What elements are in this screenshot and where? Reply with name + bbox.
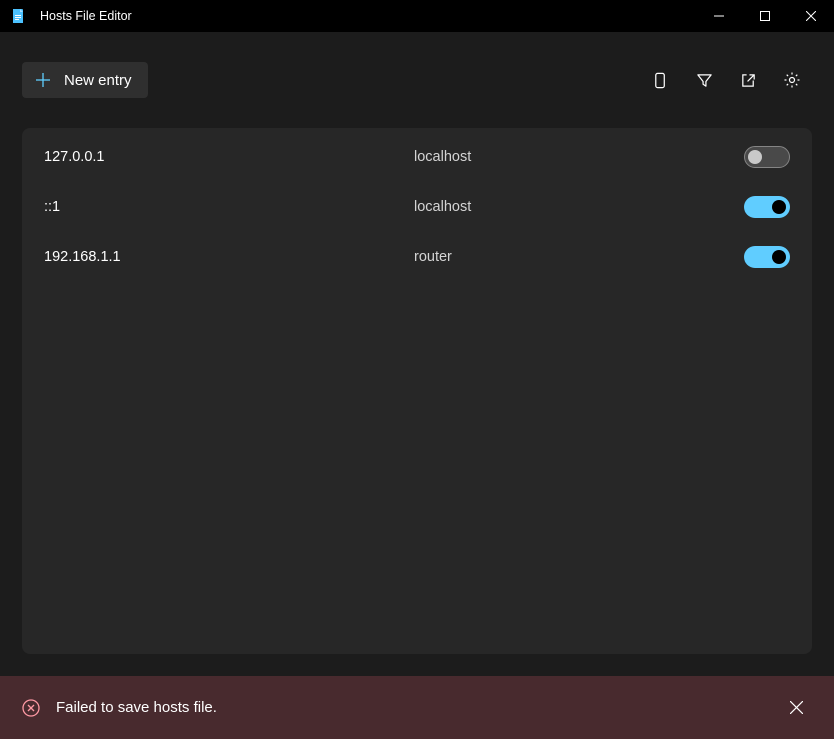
- entry-ip: 192.168.1.1: [44, 249, 414, 265]
- content-area: New entry 127.0.0.1 localhost ::1 localh…: [0, 32, 834, 676]
- toggle-knob: [772, 200, 786, 214]
- entry-row[interactable]: 192.168.1.1 router: [22, 232, 812, 282]
- error-close-button[interactable]: [780, 692, 812, 724]
- entry-toggle[interactable]: [744, 246, 790, 268]
- open-file-button[interactable]: [728, 62, 768, 98]
- toggle-knob: [772, 250, 786, 264]
- window-controls: [696, 0, 834, 32]
- entry-hostname: localhost: [414, 149, 744, 165]
- app-icon: [10, 8, 26, 24]
- entry-toggle[interactable]: [744, 196, 790, 218]
- entry-ip: 127.0.0.1: [44, 149, 414, 165]
- maximize-button[interactable]: [742, 0, 788, 32]
- titlebar: Hosts File Editor: [0, 0, 834, 32]
- entry-hostname: router: [414, 249, 744, 265]
- toolbar: New entry: [0, 32, 834, 128]
- entry-ip: ::1: [44, 199, 414, 215]
- minimize-button[interactable]: [696, 0, 742, 32]
- entry-row[interactable]: ::1 localhost: [22, 182, 812, 232]
- entry-toggle[interactable]: [744, 146, 790, 168]
- toggle-knob: [748, 150, 762, 164]
- entries-panel: 127.0.0.1 localhost ::1 localhost 192.16…: [22, 128, 812, 654]
- error-banner: Failed to save hosts file.: [0, 676, 834, 739]
- entry-hostname: localhost: [414, 199, 744, 215]
- new-entry-button[interactable]: New entry: [22, 62, 148, 98]
- error-message: Failed to save hosts file.: [56, 699, 780, 716]
- additional-lines-button[interactable]: [640, 62, 680, 98]
- entry-row[interactable]: 127.0.0.1 localhost: [22, 132, 812, 182]
- new-entry-label: New entry: [64, 72, 132, 89]
- window-title: Hosts File Editor: [40, 9, 696, 23]
- close-button[interactable]: [788, 0, 834, 32]
- settings-button[interactable]: [772, 62, 812, 98]
- plus-icon: [34, 71, 52, 89]
- error-icon: [22, 699, 40, 717]
- filter-button[interactable]: [684, 62, 724, 98]
